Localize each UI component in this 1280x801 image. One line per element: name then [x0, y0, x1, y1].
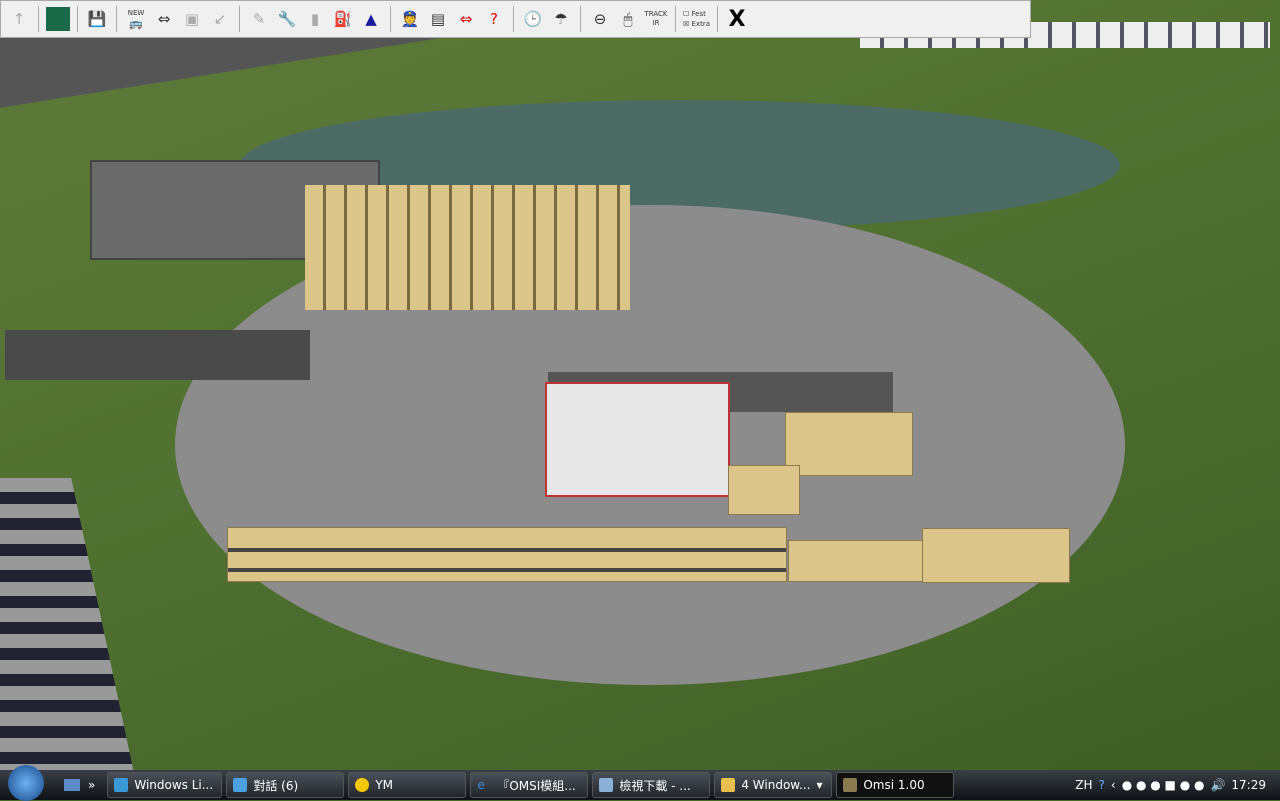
- timetable-button[interactable]: ▤: [426, 7, 450, 31]
- bus: [785, 412, 913, 476]
- yahoo-messenger-icon: [355, 778, 370, 792]
- volume-icon[interactable]: 🔊: [1210, 778, 1225, 792]
- folder-icon: [721, 778, 736, 792]
- up-arrow-button[interactable]: ↑: [7, 7, 31, 31]
- switch-bus-button[interactable]: ⇔: [152, 7, 176, 31]
- checkbox-1[interactable]: ☐ Fest: [683, 9, 710, 19]
- task-label: 4 Window...: [741, 778, 811, 792]
- bus: [922, 528, 1070, 583]
- ie-icon: e: [477, 778, 485, 792]
- office-tower: [0, 478, 135, 770]
- weather-button[interactable]: ☂: [549, 7, 573, 31]
- task-label: Windows Li...: [134, 778, 214, 792]
- checkbox-group: ☐ Fest ☒ Extra: [683, 9, 710, 29]
- save-button[interactable]: 💾: [85, 7, 109, 31]
- omsi-icon: [843, 778, 858, 792]
- move-button[interactable]: ↙: [208, 7, 232, 31]
- help-icon[interactable]: ?: [1099, 778, 1105, 792]
- chevron-down-icon: ▾: [816, 778, 823, 792]
- checkbox-2[interactable]: ☒ Extra: [683, 19, 710, 29]
- task-label: 對話 (6): [253, 778, 299, 793]
- task-label: 『OMSI模組...: [497, 778, 576, 793]
- show-desktop-icon[interactable]: [64, 779, 80, 791]
- tray-expand-icon[interactable]: ‹: [1111, 778, 1116, 792]
- tray-icons[interactable]: ● ● ● ■ ● ●: [1122, 778, 1205, 792]
- start-button[interactable]: [8, 765, 44, 801]
- task-explorer-group[interactable]: 4 Window... ▾: [714, 772, 833, 798]
- bell-button[interactable]: ▲: [359, 7, 383, 31]
- windows-taskbar: » Windows Li... 對話 (6) YM e 『OMSI模組... 檢視…: [0, 765, 1280, 801]
- task-ym[interactable]: YM: [348, 772, 467, 798]
- delete-bus-button[interactable]: ▣: [180, 7, 204, 31]
- pc-swap-button[interactable]: ⇔: [454, 7, 478, 31]
- task-windows-live[interactable]: Windows Li...: [107, 772, 223, 798]
- stop-button[interactable]: ▮: [303, 7, 327, 31]
- clock-button[interactable]: 🕒: [521, 7, 545, 31]
- parked-bus-fleet: [305, 185, 630, 310]
- help-arrow-button[interactable]: ?: [482, 7, 506, 31]
- trackir-button[interactable]: TRACK IR: [644, 7, 668, 31]
- task-label: Omsi 1.00: [863, 778, 925, 792]
- task-omsi[interactable]: Omsi 1.00: [836, 772, 955, 798]
- language-indicator[interactable]: ZH: [1075, 778, 1092, 792]
- side-road: [5, 330, 310, 380]
- task-downloads[interactable]: 檢視下載 - ...: [592, 772, 711, 798]
- system-tray: ZH ? ‹ ● ● ● ■ ● ● 🔊 17:29: [1075, 778, 1280, 792]
- bus-row: [227, 527, 787, 582]
- task-label: YM: [375, 778, 394, 792]
- map-button[interactable]: [46, 7, 70, 31]
- windows-live-icon: [114, 778, 129, 792]
- messenger-icon: [233, 778, 248, 792]
- omsi-toolbar: ↑ 💾 NEW 🚌 ⇔ ▣ ↙ ✎ 🔧 ▮ ⛽ ▲ 👮 ▤ ⇔ ? 🕒 ☂ ⊖ 🖱…: [0, 0, 1031, 38]
- task-label: 檢視下載 - ...: [619, 778, 691, 793]
- quicklaunch-chevron-icon[interactable]: »: [88, 778, 95, 792]
- bus: [728, 465, 800, 515]
- driver-button[interactable]: 👮: [398, 7, 422, 31]
- steering-button[interactable]: ⊖: [588, 7, 612, 31]
- wrench-button[interactable]: 🔧: [275, 7, 299, 31]
- 3d-game-viewport[interactable]: [0, 0, 1280, 770]
- download-icon: [599, 778, 614, 792]
- new-label: NEW: [127, 8, 145, 17]
- checkbox-2-label: Extra: [691, 20, 710, 28]
- fuel-station-roof: [545, 382, 730, 497]
- task-ie[interactable]: e 『OMSI模組...: [470, 772, 589, 798]
- clock[interactable]: 17:29: [1231, 778, 1266, 792]
- task-chat[interactable]: 對話 (6): [226, 772, 345, 798]
- mouse-button[interactable]: 🖱: [616, 7, 640, 31]
- repair-button[interactable]: ✎: [247, 7, 271, 31]
- fuel-button[interactable]: ⛽: [331, 7, 355, 31]
- close-button[interactable]: X: [725, 7, 749, 32]
- checkbox-1-label: Fest: [691, 10, 706, 18]
- bus: [788, 540, 923, 582]
- new-bus-button[interactable]: NEW 🚌: [124, 7, 148, 31]
